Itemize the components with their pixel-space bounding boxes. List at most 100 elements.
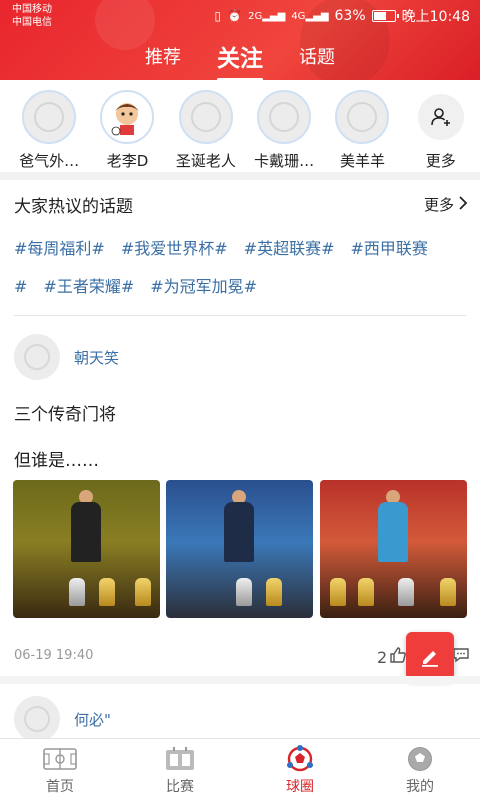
add-user-icon-svg (430, 108, 450, 126)
followed-user-name: 老李D (106, 152, 149, 170)
avatar (178, 90, 233, 144)
status-bar: 中国移动 中国电信 ▯ ⏰ 2G▂▄▆ 4G▂▄▆ 63% 晚上10:48 (0, 0, 480, 32)
top-header: 中国移动 中国电信 ▯ ⏰ 2G▂▄▆ 4G▂▄▆ 63% 晚上10:48 推荐… (0, 0, 480, 80)
post-image[interactable] (166, 480, 313, 618)
followed-user[interactable]: 圣诞老人 (167, 80, 245, 172)
bottom-navigation: 首页 比赛 球圈 我的 (0, 738, 480, 800)
pencil-icon (422, 651, 438, 667)
default-emblem-icon (269, 102, 300, 132)
comment-icon[interactable] (452, 646, 470, 668)
more-follow-button[interactable]: 更多 (402, 80, 480, 172)
vibrate-icon: ▯ (214, 9, 222, 23)
avatar (100, 90, 155, 144)
nav-matches-label: 比赛 (166, 779, 194, 795)
avatar (257, 90, 312, 144)
tab-topics[interactable]: 话题 (299, 43, 335, 69)
avatar (22, 90, 77, 144)
battery-icon (371, 10, 399, 22)
trophy-icon (440, 578, 456, 606)
soccer-ball-icon (407, 746, 433, 772)
battery-percent: 63% (334, 8, 366, 24)
goalkeeper-figure (71, 502, 101, 562)
followed-users-row: 爸气外… 老李D 圣诞老人 卡戴珊… 美羊羊 更多 (0, 80, 480, 172)
topic-tag[interactable]: #我爱世界杯# (121, 239, 228, 258)
more-follow-label: 更多 (425, 152, 456, 170)
trophy-icon (266, 578, 282, 606)
topics-more-button[interactable]: 更多 (424, 194, 468, 215)
add-user-icon (417, 94, 464, 140)
default-emblem-icon (190, 102, 221, 132)
battery-fill (373, 12, 386, 20)
post-image[interactable] (13, 480, 160, 618)
followed-user-name: 美羊羊 (339, 152, 385, 170)
chevron-right-icon (458, 195, 468, 215)
signal-icon: 2G▂▄▆ (248, 10, 286, 22)
followed-user[interactable]: 卡戴珊… (245, 80, 323, 172)
trophy-icon (69, 578, 85, 606)
followed-user-name: 卡戴珊… (254, 152, 315, 170)
status-indicators: ▯ ⏰ 2G▂▄▆ 4G▂▄▆ 63% 晚上10:48 (215, 6, 470, 26)
trophy-icon (398, 578, 414, 606)
trophy-icon (99, 578, 115, 606)
section-divider (0, 676, 480, 684)
default-emblem-icon (24, 344, 50, 370)
thumbs-up-icon (389, 646, 407, 668)
cartoon-kid-avatar-icon (112, 103, 140, 136)
nav-community[interactable]: 球圈 (240, 739, 360, 800)
followed-user-name: 爸气外… (19, 152, 80, 170)
followed-user[interactable]: 美羊羊 (323, 80, 401, 172)
nav-community-label: 球圈 (286, 779, 314, 795)
post-author[interactable]: 朝天笑 (14, 334, 119, 380)
clock: 晚上10:48 (401, 9, 470, 25)
football-field-icon (43, 746, 77, 772)
topic-tag[interactable]: #英超联赛# (244, 239, 335, 258)
divider (14, 315, 466, 316)
tab-following[interactable]: 关注 (217, 39, 263, 80)
post-timestamp: 06-19 19:40 (14, 648, 94, 663)
nav-home-label: 首页 (46, 779, 74, 795)
compose-post-button[interactable] (406, 632, 454, 680)
section-divider (0, 172, 480, 180)
like-count: 2 (377, 647, 388, 667)
trophy-icon (358, 578, 374, 606)
avatar (335, 90, 390, 144)
post-image[interactable] (320, 480, 467, 618)
topic-tag[interactable]: #为冠军加冕# (150, 277, 257, 296)
network-type-2: 4G (291, 10, 306, 22)
tab-recommend[interactable]: 推荐 (145, 43, 181, 69)
trophy-icon (135, 578, 151, 606)
carrier-2: 中国电信 (12, 17, 52, 28)
community-circle-icon (286, 745, 314, 772)
post-text-line: 但谁是…… (14, 451, 99, 471)
topics-more-label: 更多 (423, 196, 454, 214)
signal-icon: 4G▂▄▆ (291, 10, 329, 22)
avatar (14, 696, 60, 742)
topic-tag[interactable]: #王者荣耀# (43, 277, 134, 296)
trophy-icon (330, 578, 346, 606)
nav-profile-label: 我的 (406, 779, 434, 795)
carrier-1: 中国移动 (12, 4, 52, 15)
avatar (14, 334, 60, 380)
default-emblem-icon (34, 102, 65, 132)
scoreboard-icon (165, 746, 195, 772)
goalkeeper-figure (378, 502, 408, 562)
followed-user-name: 圣诞老人 (175, 152, 236, 170)
post-author[interactable]: 何必" (14, 696, 111, 742)
nav-home[interactable]: 首页 (0, 739, 120, 800)
goalkeeper-figure (224, 502, 254, 562)
hot-topics-header: 大家热议的话题 更多 (14, 192, 468, 217)
topic-tag[interactable]: #每周福利# (14, 239, 105, 258)
carrier-info: 中国移动 中国电信 (12, 3, 52, 29)
network-type-1: 2G (248, 10, 263, 22)
default-emblem-icon (347, 102, 378, 132)
nav-profile[interactable]: 我的 (360, 739, 480, 800)
followed-user[interactable]: 爸气外… (10, 80, 88, 172)
post-text-line: 三个传奇门将 (14, 405, 116, 425)
alarm-icon: ⏰ (227, 9, 243, 23)
post-username[interactable]: 何必" (74, 709, 111, 730)
followed-user[interactable]: 老李D (88, 80, 166, 172)
hot-topics-title: 大家热议的话题 (14, 197, 133, 217)
post-username[interactable]: 朝天笑 (74, 347, 119, 368)
like-button[interactable]: 2 (377, 646, 407, 668)
nav-matches[interactable]: 比赛 (120, 739, 240, 800)
